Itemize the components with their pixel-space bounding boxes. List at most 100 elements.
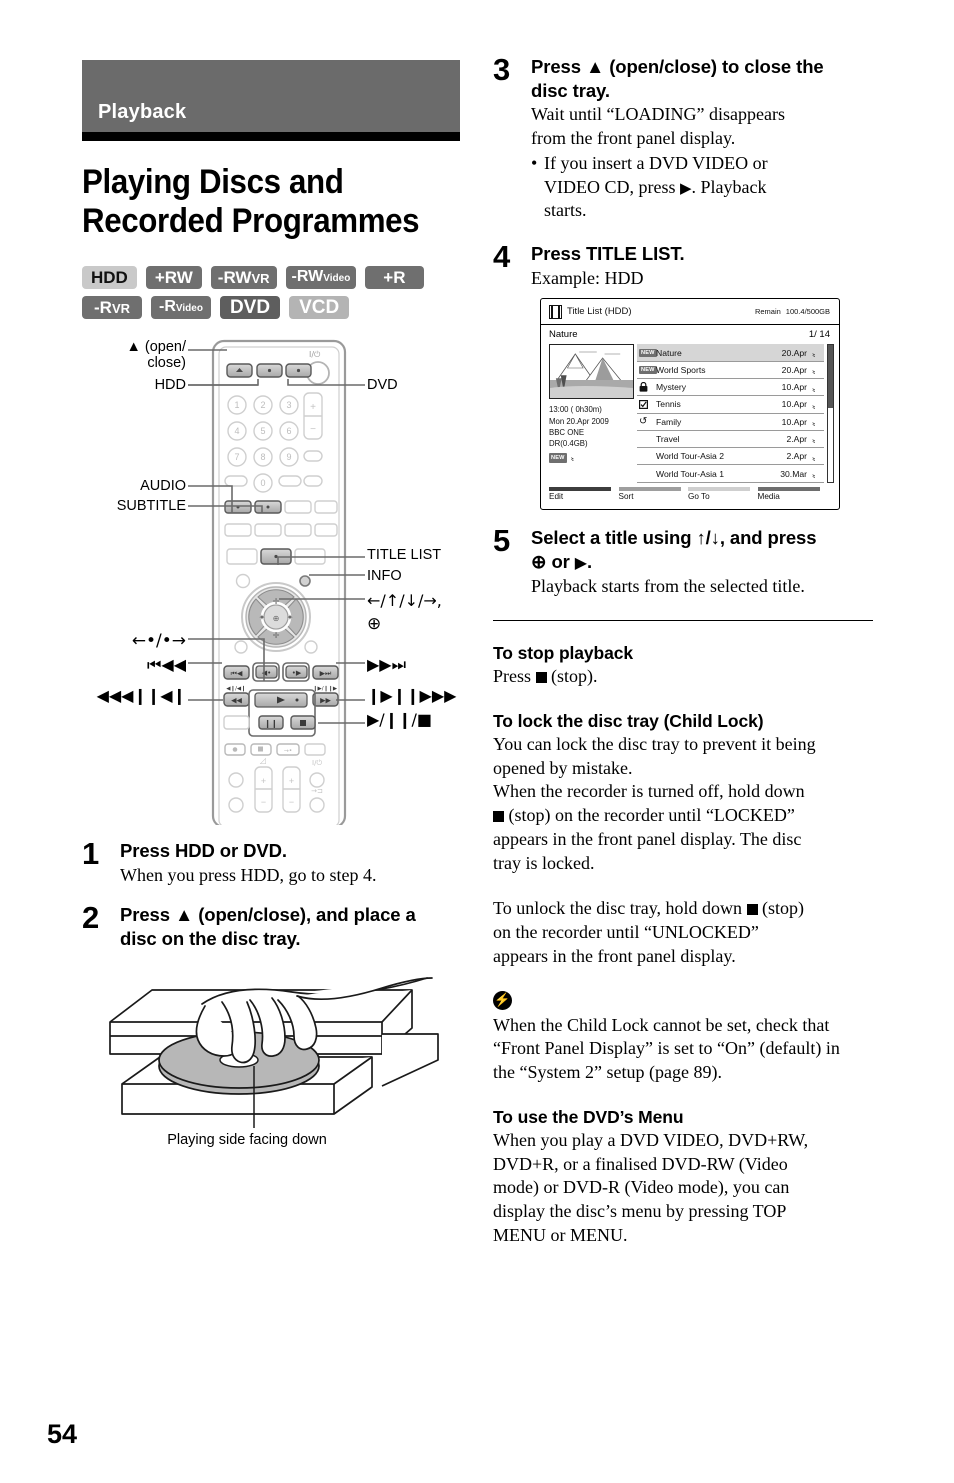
footer-item-goto[interactable]: Go To [688,486,758,502]
table-row[interactable]: Tennis 10.Apr 〟 [637,396,824,414]
callout-subtitle-label: SUBTITLE [116,497,186,514]
row-date: 2.Apr [786,451,807,462]
row-glyph-icon: 〟 [812,418,822,429]
note-block: ⚡ When the Child Lock cannot be set, che… [493,990,873,1085]
section-band: Playback [82,60,460,132]
step-1-number: 1 [82,835,100,871]
badge-minus-r-video-suffix: Video [175,303,203,315]
callout-audio-label: AUDIO [140,477,186,494]
table-row[interactable]: NEW World Sports 20.Apr 〟 [637,362,824,379]
step-4: 4 Press TITLE LIST. Example: HDD [493,241,873,290]
title-list-scrollbar[interactable] [827,344,834,483]
badge-minus-rw-vr-label: -RW [217,267,252,287]
row-glyph-icon: 〟 [812,435,822,446]
row-icon-repeat: ↺ [639,416,648,428]
badge-hdd-label: HDD [91,267,128,287]
table-row[interactable]: Mystery 10.Apr 〟 [637,379,824,397]
disc-tray-svg [109,977,439,1129]
svg-text:−: − [261,797,266,807]
footer-item-media[interactable]: Media [757,486,828,502]
remote-control-diagram: ▲ (open/ close) HDD AUDIO SUBTITLE ←•/•→… [82,335,462,825]
title-position-label: 1/ 14 [808,329,830,341]
step-3-desc-line1: Wait until “LOADING” disappears [531,104,785,125]
child-lock-p2-l1b: (stop) [757,898,805,919]
badge-vcd-label: VCD [299,296,340,318]
step-5-title-line1: Select a title using ↑/↓, and press [531,527,817,549]
row-date: 10.Apr [781,382,807,393]
row-glyph-icon: 〟 [812,349,822,359]
lightning-note-icon: ⚡ [493,990,512,1010]
row-title: Tennis [656,399,681,410]
step-5-desc: Playback starts from the selected title. [531,575,805,596]
dvd-menu-line4: display the disc’s menu by pressing TOP [493,1201,787,1222]
step-3-bullet-line2a: VIDEO CD, press [544,176,680,197]
table-row[interactable]: Travel 2.Apr 〟 [637,431,824,449]
callout-hdd: HDD [82,377,186,393]
callout-next-label: ▶▶⏭ [367,654,407,674]
callout-dpad-label: ←/↑/↓/→, [367,590,442,610]
left-column: Playback Playing Discs and Recorded Prog… [82,60,462,1148]
row-date: 20.Apr [781,347,807,358]
disc-badge-row-2: -R VR -R Video DVD VCD [82,295,462,319]
stop-playback-text: Press (stop). [493,665,873,689]
play-triangle-icon: ▶ [574,553,587,573]
section-band-label: Playback [98,101,187,123]
note-text: When the Child Lock cannot be set, check… [493,1014,873,1085]
footer-label: Media [757,492,780,502]
child-lock-p1-l5: appears in the front panel display. The … [493,828,802,849]
child-lock-p1-l1: You can lock the disc tray to prevent it… [493,733,816,754]
table-row[interactable]: ↺ Family 10.Apr 〟 [637,414,824,431]
step-4-title: Press TITLE LIST. [531,243,685,265]
badge-minus-r-video: -R Video [151,295,211,319]
callout-info-label: INFO [367,567,402,584]
callout-dpad: ←/↑/↓/→, [367,591,442,610]
scrollbar-thumb[interactable] [828,345,833,409]
footer-item-edit[interactable]: Edit [549,486,619,501]
callout-info: INFO [367,568,402,584]
child-lock-p1-l4: (stop) on the recorder until “LOCKED” [504,805,795,826]
meta-channel: BBC ONE [549,427,585,437]
table-row[interactable]: World Tour-Asia 1 30.Mar 〟 [637,465,824,483]
svg-text:✦: ✦ [287,613,294,622]
step-3-bullet-line2b: . Playback [691,176,767,197]
title-rows-pane: NEW Nature 20.Apr 〟 NEW World Sports 20.… [637,344,834,483]
title-list-main: 13:00 ( 0h30m) Mon 20.Apr 2009 BBC ONE D… [541,344,839,483]
title-metadata: 13:00 ( 0h30m) Mon 20.Apr 2009 BBC ONE D… [549,404,637,464]
stop-playback-text-a: Press [493,666,536,687]
callout-enter-label: ⊕ [367,613,382,634]
child-lock-p1-l2: opened by mistake. [493,757,633,778]
badge-minus-rw-vr: -RW VR [210,265,277,289]
section-divider [493,620,873,622]
footer-bar [688,486,750,492]
svg-text:◀•: ◀• [262,669,272,677]
svg-text:8: 8 [260,452,265,462]
badge-minus-r-video-label: -R [159,298,176,316]
footer-bar [757,486,820,492]
step-3: 3 Press ▲ (open/close) to close the disc… [493,54,873,222]
child-lock-p1-l3: When the recorder is turned off, hold do… [493,781,805,802]
tree-graphic [550,375,633,399]
bullet-dot: • [531,153,538,174]
step-5-title: Select a title using ↑/↓, and press ⊕ or… [531,526,873,573]
svg-text:+: + [289,776,294,786]
svg-text:4: 4 [234,426,239,436]
meta-mode: DR(0.4GB) [549,439,588,449]
callout-open-close: ▲ (open/ close) [82,339,187,371]
remote-body-illustration: I/⏻ 123 456 789 0 + − ✛✛ ✦ ✦ ⊕ ⏮◀ ◀• •▶ … [211,339,347,825]
svg-text:6: 6 [286,426,291,436]
table-row[interactable]: NEW Nature 20.Apr 〟 [637,344,824,362]
badge-plus-r-label: +R [383,267,406,287]
svg-text:→⊐: →⊐ [311,787,323,795]
row-title: World Tour-Asia 2 [656,451,724,462]
footer-item-sort[interactable]: Sort [618,486,689,501]
table-row[interactable]: World Tour-Asia 2 2.Apr 〟 [637,448,824,466]
step-5-title-line2a: ⊕ or [531,551,575,573]
meta-time: 13:00 ( 0h30m) [549,405,602,415]
footer-label: Go To [688,492,710,502]
step-5-title-line2b: . [587,551,593,573]
svg-text:❙❙: ❙❙ [264,719,277,728]
badge-minus-r-vr-suffix: VR [111,300,131,316]
badge-minus-rw-video-suffix: Video [323,273,351,285]
svg-text:✦: ✦ [259,613,266,622]
badge-plus-r: +R [365,265,424,289]
